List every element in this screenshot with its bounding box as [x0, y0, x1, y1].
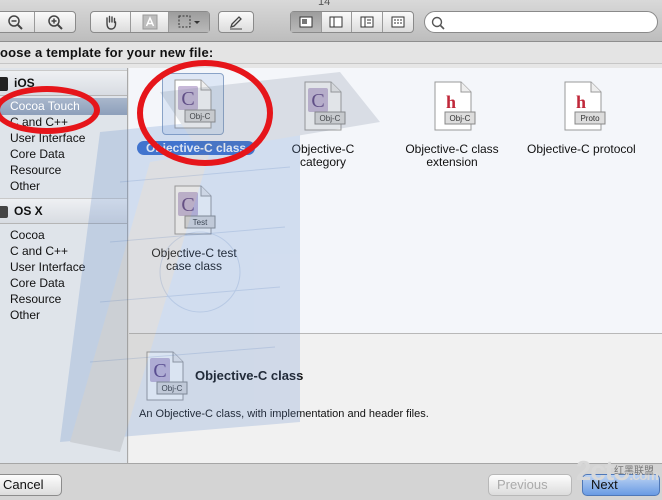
tool-controls: [90, 11, 210, 33]
hand-tool-button[interactable]: [91, 12, 131, 32]
zoom-in-icon: [48, 15, 63, 30]
template-objc-class[interactable]: C Obj-C Objective-C class: [129, 68, 259, 163]
file-badge: Proto: [580, 114, 600, 123]
sidebar-view-icon: [329, 16, 343, 28]
sidebar-item-osx-core-data[interactable]: Core Data: [10, 275, 65, 291]
sidebar-item-osx-user-interface[interactable]: User Interface: [10, 259, 85, 275]
zoom-out-icon: [7, 15, 23, 30]
zoom-in-button[interactable]: [35, 12, 75, 32]
ios-device-icon: [0, 77, 8, 91]
annotate-controls: [218, 11, 254, 33]
template-label: Objective-C class: [137, 141, 256, 155]
toolbar: 14: [0, 0, 662, 42]
sidebar-section-label: iOS: [14, 76, 35, 90]
sidebar-section-label: OS X: [14, 204, 43, 218]
view-grid-button[interactable]: [383, 12, 413, 32]
template-label: Objective-C test: [151, 246, 237, 260]
template-category-sidebar: iOS Cocoa Touch C and C++ User Interface…: [0, 68, 128, 463]
sidebar-section-osx: OS X: [0, 198, 127, 224]
file-badge: Obj-C: [162, 384, 183, 393]
selection-tool-button[interactable]: [169, 12, 209, 32]
template-label-line2: category: [299, 155, 347, 169]
template-objc-class-extension[interactable]: h Obj-C Objective-C class extension: [387, 68, 517, 178]
single-page-icon: [299, 16, 313, 28]
template-label-line2: extension: [426, 155, 478, 169]
file-badge: Obj-C: [190, 112, 211, 121]
sidebar-section-ios: iOS: [0, 70, 127, 96]
previous-button[interactable]: Previous: [488, 474, 572, 496]
template-grid: C Obj-C Objective-C class C Obj-C Object…: [129, 68, 662, 333]
page-title: oose a template for your new file:: [0, 45, 214, 60]
objc-category-file-icon: C Obj-C: [304, 81, 346, 131]
file-glyph: h: [576, 92, 586, 112]
window-title: 14: [318, 0, 331, 8]
detail-title: Objective-C class: [195, 368, 304, 383]
sidebar-item-ios-resource[interactable]: Resource: [10, 162, 61, 178]
template-label: Objective-C protocol: [527, 142, 636, 156]
file-glyph: h: [446, 92, 456, 112]
grid-view-icon: [391, 16, 405, 28]
pencil-icon: [229, 16, 242, 30]
view-columns-button[interactable]: [352, 12, 383, 32]
sidebar-item-cocoa[interactable]: Cocoa: [10, 227, 45, 243]
search-icon: [431, 16, 445, 30]
file-badge: Obj-C: [320, 114, 341, 123]
search-field[interactable]: [424, 11, 658, 33]
next-button[interactable]: Next: [582, 474, 660, 496]
sidebar-item-ios-other[interactable]: Other: [10, 178, 40, 194]
view-single-button[interactable]: [291, 12, 322, 32]
view-sidebar-button[interactable]: [322, 12, 352, 32]
template-detail-pane: C Obj-C Objective-C class An Objective-C…: [129, 333, 662, 463]
osx-computer-icon: [0, 206, 8, 218]
sidebar-item-ios-core-data[interactable]: Core Data: [10, 146, 65, 162]
objc-header-file-icon: h Obj-C: [434, 81, 476, 131]
view-mode-controls: [290, 11, 414, 33]
zoom-controls: [0, 11, 76, 33]
hand-icon: [105, 15, 116, 30]
sidebar-item-osx-c-cpp[interactable]: C and C++: [10, 243, 68, 259]
dialog-header: oose a template for your new file:: [0, 42, 662, 64]
sidebar-item-ios-c-cpp[interactable]: C and C++: [10, 114, 68, 130]
template-label: Objective-C: [291, 142, 355, 156]
file-glyph: C: [181, 88, 194, 110]
objc-protocol-file-icon: h Proto: [564, 81, 606, 131]
cancel-button[interactable]: Cancel: [0, 474, 62, 496]
objc-file-icon: C Obj-C: [174, 79, 216, 129]
template-objc-category[interactable]: C Obj-C Objective-C category: [259, 68, 387, 178]
sidebar-item-ios-user-interface[interactable]: User Interface: [10, 130, 85, 146]
template-label: Objective-C class: [405, 142, 499, 156]
text-tool-icon: [142, 14, 157, 30]
dialog-footer: Cancel Previous Next: [0, 463, 662, 500]
objc-test-file-icon: C Test: [174, 185, 216, 235]
sidebar-item-osx-other[interactable]: Other: [10, 307, 40, 323]
annotate-button[interactable]: [219, 12, 253, 32]
zoom-out-button[interactable]: [0, 12, 35, 32]
template-objc-test-case[interactable]: C Test Objective-C test case class: [129, 180, 259, 275]
file-badge: Obj-C: [450, 114, 471, 123]
sidebar-item-cocoa-touch[interactable]: Cocoa Touch: [10, 98, 80, 114]
marquee-select-icon: [178, 15, 200, 28]
columns-view-icon: [360, 16, 374, 28]
file-badge: Test: [193, 218, 208, 227]
detail-description: An Objective-C class, with implementatio…: [139, 408, 429, 420]
template-objc-protocol[interactable]: h Proto Objective-C protocol: [519, 68, 662, 178]
detail-objc-file-icon: C Obj-C: [146, 351, 188, 401]
sidebar-item-osx-resource[interactable]: Resource: [10, 291, 61, 307]
file-glyph: C: [311, 90, 324, 112]
file-glyph: C: [181, 194, 194, 216]
text-tool-button[interactable]: [131, 12, 169, 32]
template-label-line2: case class: [165, 259, 223, 273]
file-glyph: C: [153, 360, 166, 382]
